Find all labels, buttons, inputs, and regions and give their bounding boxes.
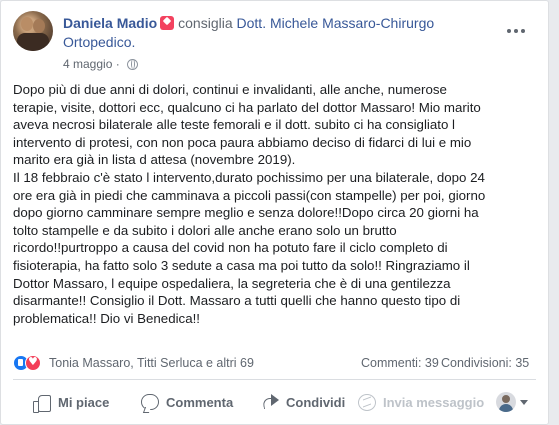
comment-label: Commenta bbox=[166, 394, 234, 410]
author-name[interactable]: Daniela Madio bbox=[63, 15, 157, 31]
post-card: Daniela Madio consiglia Dott. Michele Mas… bbox=[0, 0, 549, 425]
dot bbox=[521, 29, 525, 33]
more-options-icon[interactable] bbox=[504, 21, 528, 41]
love-reaction-icon bbox=[25, 355, 41, 371]
share-label: Condividi bbox=[286, 394, 346, 410]
messenger-icon bbox=[358, 393, 376, 411]
avatar-face-1 bbox=[21, 17, 33, 31]
avatar-face-2 bbox=[33, 19, 45, 33]
divider bbox=[13, 379, 536, 380]
action-verb: consiglia bbox=[178, 15, 233, 31]
dot bbox=[507, 29, 511, 33]
thumbs-up-icon bbox=[33, 394, 51, 413]
post-header: Daniela Madio consiglia Dott. Michele Mas… bbox=[13, 11, 536, 71]
viewer-avatar bbox=[496, 392, 516, 412]
reactors-list[interactable]: Tonia Massaro, Titti Serluca e altri 69 bbox=[49, 356, 254, 370]
like-button[interactable]: Mi piace bbox=[33, 385, 109, 419]
avatar-body bbox=[17, 33, 49, 51]
post-body-text: Dopo più di due anni di dolori, continui… bbox=[13, 82, 486, 326]
recommended-page-name-line2: Ortopedico. bbox=[63, 34, 136, 50]
share-button[interactable]: Condividi bbox=[261, 385, 345, 419]
reaction-icons[interactable] bbox=[13, 355, 49, 371]
globe-icon bbox=[127, 59, 139, 70]
dot bbox=[514, 29, 518, 33]
send-label: Invia messaggio bbox=[383, 394, 485, 410]
recommended-page-name-line1: Dott. Michele Massaro-Chirurgo bbox=[236, 15, 435, 31]
post-as-selector[interactable] bbox=[496, 392, 528, 412]
comments-count[interactable]: Commenti: 39 bbox=[361, 356, 439, 370]
share-arrow-icon bbox=[261, 394, 279, 410]
comment-button[interactable]: Commenta bbox=[141, 385, 233, 419]
shares-count[interactable]: Condivisioni: 35 bbox=[441, 356, 529, 370]
comment-bubble-icon bbox=[141, 394, 159, 410]
send-message-button[interactable]: Invia messaggio bbox=[358, 385, 484, 419]
reactions-bar: Tonia Massaro, Titti Serluca e altri 69 … bbox=[13, 353, 536, 373]
post-date[interactable]: 4 maggio bbox=[63, 57, 112, 71]
like-label: Mi piace bbox=[58, 394, 110, 410]
recommend-icon bbox=[160, 16, 175, 30]
post-actions: Mi piace Commenta Condividi Invia messag… bbox=[13, 385, 536, 419]
post-title-line: Daniela Madio consiglia Dott. Michele Mas… bbox=[63, 14, 493, 52]
post-meta: 4 maggio · bbox=[63, 56, 139, 72]
chevron-down-icon bbox=[520, 399, 528, 405]
author-avatar[interactable] bbox=[13, 11, 53, 51]
